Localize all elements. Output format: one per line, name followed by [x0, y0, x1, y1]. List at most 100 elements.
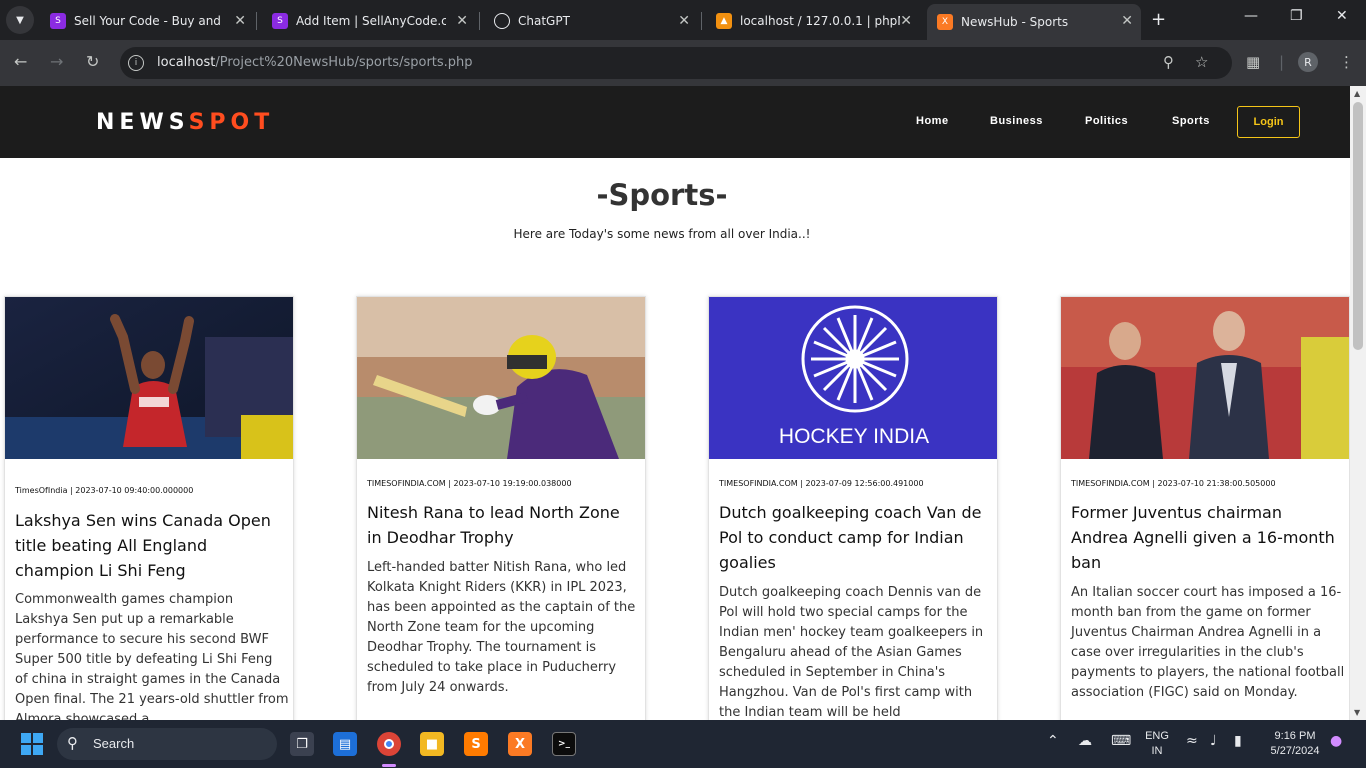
news-summary: Commonwealth games champion Lakshya Sen … [15, 592, 289, 720]
forward-button[interactable]: → [50, 52, 63, 71]
volume-icon[interactable]: ♩ [1210, 733, 1217, 749]
login-button[interactable]: Login [1237, 106, 1300, 138]
xampp-icon[interactable]: X [508, 732, 532, 756]
scrollbar-thumb[interactable] [1353, 102, 1363, 350]
close-icon[interactable]: ✕ [456, 13, 468, 29]
tab-sell-your-code[interactable]: S Sell Your Code - Buy and Sell ✕ [40, 6, 254, 36]
tab-label: Sell Your Code - Buy and Sell [74, 14, 224, 28]
news-image-cricket [357, 297, 645, 459]
sellanycode-favicon-icon: S [50, 13, 66, 29]
news-title[interactable]: Dutch goalkeeping coach Van de Pol to co… [719, 500, 991, 575]
arrow-left-icon: ← [14, 52, 28, 71]
hockey-india-logo-text: HOCKEY INDIA [778, 425, 930, 448]
news-card[interactable]: TimesOfIndia | 2023-07-10 09:40:00.00000… [4, 296, 294, 720]
tab-divider [701, 12, 702, 30]
minimize-button[interactable]: — [1244, 8, 1258, 24]
page-viewport: NEWSSPOT Home Business Politics Sports L… [0, 86, 1350, 720]
sublime-text-icon[interactable]: S [464, 732, 488, 756]
arrow-right-icon: → [50, 52, 64, 71]
site-navbar: NEWSSPOT Home Business Politics Sports L… [0, 86, 1350, 158]
clock[interactable]: 9:16 PM 5/27/2024 [1262, 729, 1328, 759]
wifi-icon[interactable]: ≈ [1186, 733, 1198, 749]
url-text[interactable]: localhost/Project%20NewsHub/sports/sport… [157, 55, 473, 70]
url-path: /Project%20NewsHub/sports/sports.php [215, 55, 473, 70]
back-button[interactable]: ← [14, 52, 27, 71]
nav-politics[interactable]: Politics [1085, 115, 1128, 127]
tab-phpmyadmin[interactable]: ▲ localhost / 127.0.0.1 | phpMy ✕ [706, 6, 920, 36]
tab-newshub-sports[interactable]: X NewsHub - Sports ✕ [927, 4, 1141, 40]
news-summary: Dutch goalkeeping coach Dennis van de Po… [719, 585, 984, 720]
chevron-up-icon[interactable]: ⌃ [1047, 733, 1059, 749]
chevron-down-icon: ▼ [16, 14, 24, 26]
notification-bell-icon[interactable]: ● [1330, 733, 1342, 749]
news-card[interactable]: HOCKEY INDIA TIMESOFINDIA.COM | 2023-07-… [708, 296, 998, 720]
battery-icon[interactable]: ▮ [1234, 733, 1242, 749]
news-title[interactable]: Former Juventus chairman Andrea Agnelli … [1071, 500, 1343, 575]
browser-tab-strip: ▼ S Sell Your Code - Buy and Sell ✕ S Ad… [0, 0, 1366, 40]
tab-label: NewsHub - Sports [961, 15, 1069, 29]
tab-divider [479, 12, 480, 30]
input-language[interactable]: ENG IN [1143, 729, 1171, 759]
scroll-up-icon[interactable]: ▲ [1354, 89, 1360, 98]
close-icon[interactable]: ✕ [1121, 13, 1133, 29]
taskbar-search-label: Search [93, 736, 135, 751]
taskbar-search[interactable]: ⚲ Search [57, 728, 277, 760]
phpmyadmin-favicon-icon: ▲ [716, 13, 732, 29]
close-icon[interactable]: ✕ [900, 13, 912, 29]
extensions-icon[interactable]: ▦ [1246, 53, 1260, 71]
nav-home[interactable]: Home [916, 115, 949, 127]
new-tab-button[interactable]: + [1151, 10, 1166, 30]
profile-avatar[interactable]: R [1298, 52, 1318, 72]
reload-button[interactable]: ↻ [86, 52, 99, 71]
scroll-down-icon[interactable]: ▼ [1354, 708, 1360, 717]
news-image-juventus [1061, 297, 1349, 459]
tab-add-item[interactable]: S Add Item | SellAnyCode.com ✕ [262, 6, 476, 36]
clock-time: 9:16 PM [1274, 730, 1316, 742]
close-icon[interactable]: ✕ [234, 13, 246, 29]
tab-search-button[interactable]: ▼ [6, 6, 34, 34]
tab-chatgpt[interactable]: ChatGPT ✕ [484, 6, 698, 36]
bookmark-star-icon[interactable]: ☆ [1195, 53, 1208, 71]
nav-business[interactable]: Business [990, 115, 1043, 127]
page-scrollbar[interactable]: ▲ ▼ [1350, 86, 1366, 720]
search-icon: ⚲ [67, 734, 78, 752]
page-subtitle: Here are Today's some news from all over… [513, 227, 811, 241]
news-title[interactable]: Lakshya Sen wins Canada Open title beati… [15, 508, 287, 583]
file-explorer-icon[interactable]: ■ [420, 732, 444, 756]
news-summary: Left-handed batter Nitish Rana, who led … [367, 560, 636, 695]
onedrive-icon[interactable]: ☁ [1078, 733, 1092, 749]
logo-text-news: NEWS [96, 110, 189, 135]
language-region: IN [1151, 745, 1163, 757]
terminal-icon[interactable]: >_ [552, 732, 576, 756]
minimize-icon: — [1244, 8, 1258, 24]
news-title[interactable]: Nitesh Rana to lead North Zone in Deodha… [367, 500, 639, 550]
tab-divider [256, 12, 257, 30]
close-icon[interactable]: ✕ [678, 13, 690, 29]
news-summary: An Italian soccer court has imposed a 16… [1071, 585, 1345, 700]
page-title: -Sports- [596, 178, 728, 212]
site-info-icon[interactable]: i [128, 55, 144, 71]
nav-sports[interactable]: Sports [1172, 115, 1210, 127]
keyboard-icon[interactable]: ⌨ [1111, 733, 1131, 749]
windows-start-icon[interactable] [21, 733, 43, 755]
zoom-icon[interactable]: ⚲ [1163, 53, 1174, 71]
close-icon: ✕ [1336, 8, 1348, 24]
close-window-button[interactable]: ✕ [1336, 8, 1348, 24]
news-meta: TIMESOFINDIA.COM | 2023-07-10 19:19:00.0… [367, 479, 572, 488]
widgets-icon[interactable]: ▤ [333, 732, 357, 756]
news-image-hockey-india: HOCKEY INDIA [709, 297, 997, 459]
active-app-indicator [382, 764, 396, 767]
news-meta: TIMESOFINDIA.COM | 2023-07-09 12:56:00.4… [719, 479, 924, 488]
news-card[interactable]: TIMESOFINDIA.COM | 2023-07-10 19:19:00.0… [356, 296, 646, 720]
restore-button[interactable]: ❐ [1290, 8, 1303, 24]
news-card[interactable]: TIMESOFINDIA.COM | 2023-07-10 21:38:00.5… [1060, 296, 1350, 720]
more-menu-icon[interactable]: ⋮ [1339, 53, 1354, 71]
browser-toolbar: ← → ↻ i localhost/Project%20NewsHub/spor… [0, 40, 1366, 86]
site-logo[interactable]: NEWSSPOT [96, 110, 274, 135]
chrome-icon[interactable] [377, 732, 401, 756]
address-bar[interactable]: i localhost/Project%20NewsHub/sports/spo… [120, 47, 1232, 79]
task-view-icon[interactable]: ❐ [290, 732, 314, 756]
reload-icon: ↻ [86, 52, 100, 71]
sellanycode-favicon-icon: S [272, 13, 288, 29]
windows-taskbar: ⚲ Search ❐ ▤ ■ S X >_ ⌃ ☁ ⌨ ENG IN ≈ ♩ ▮ … [0, 720, 1366, 768]
